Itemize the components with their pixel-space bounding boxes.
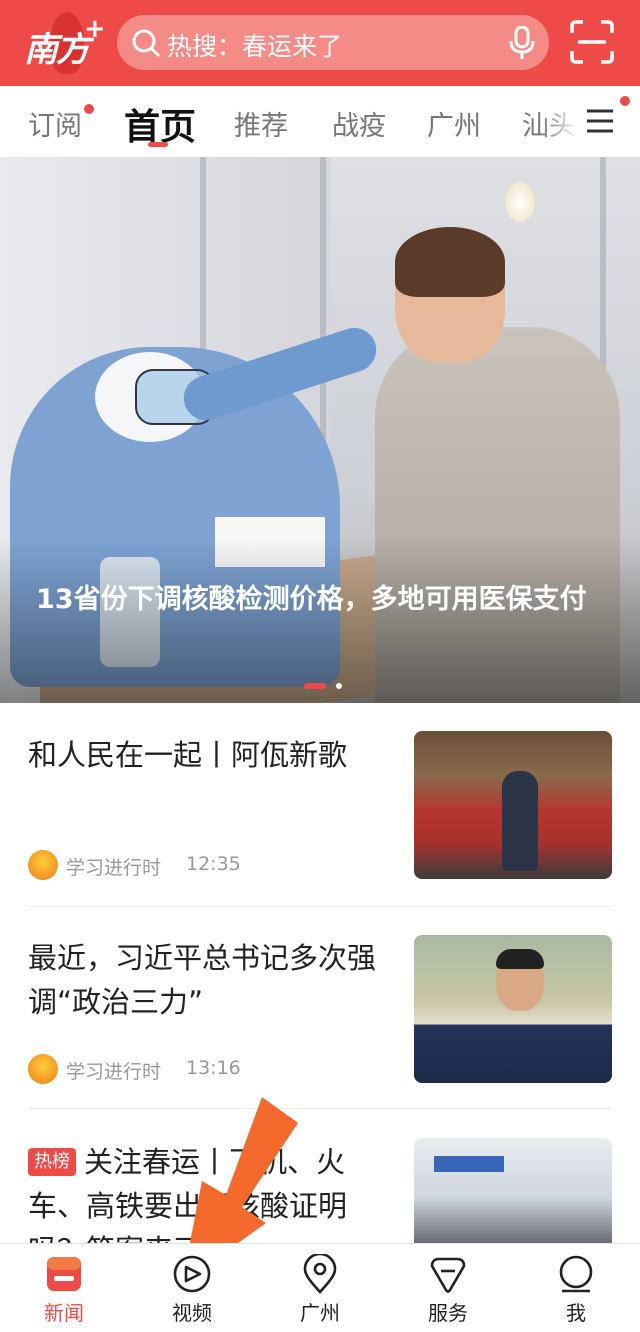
- news-title: 最近，习近平总书记多次强调“政治三力”: [28, 941, 377, 1019]
- nav-news-label: 新闻: [44, 1301, 84, 1325]
- thumbnail-sign: [434, 1156, 504, 1172]
- source-name: 学习进行时: [66, 1061, 162, 1083]
- profile-icon: [559, 1255, 593, 1293]
- list-item[interactable]: 和人民在一起丨阿佤新歌 学习进行时 12:35: [0, 703, 640, 908]
- news-title: 和人民在一起丨阿佤新歌: [28, 738, 348, 772]
- source-avatar: [28, 850, 58, 880]
- nav-service[interactable]: 服务: [384, 1244, 512, 1332]
- nav-video-label: 视频: [172, 1301, 212, 1325]
- location-icon: [303, 1254, 337, 1294]
- news-icon: [47, 1257, 81, 1291]
- channel-tabs: 订阅 首页 推荐 战疫 广州 汕头: [0, 86, 640, 156]
- thumbnail-figure: [502, 771, 538, 871]
- list-item[interactable]: 热榜关注春运丨飞机、火车、高铁要出示核酸证明吗？答案来了: [0, 1110, 640, 1243]
- search-bar[interactable]: 热搜：春运来了: [117, 15, 549, 70]
- search-icon: [132, 29, 160, 57]
- divider: [28, 906, 612, 907]
- source-name: 学习进行时: [66, 857, 162, 879]
- lamp-light: [505, 182, 535, 222]
- search-hot-text: 热搜：春运来了: [167, 32, 343, 61]
- carousel-dot-active: [304, 683, 326, 689]
- nav-video[interactable]: 视频: [128, 1244, 256, 1332]
- tab-fight-epidemic[interactable]: 战疫: [332, 104, 386, 143]
- hero-title: 13省份下调核酸检测价格，多地可用医保支付: [36, 584, 587, 615]
- mic-icon[interactable]: [509, 26, 535, 60]
- nav-news[interactable]: 新闻: [0, 1244, 128, 1332]
- app-logo[interactable]: 南方 +: [20, 12, 106, 74]
- tab-guangzhou[interactable]: 广州: [427, 104, 481, 143]
- divider: [28, 1108, 612, 1109]
- tabs-fade: [540, 86, 580, 156]
- nav-me[interactable]: 我: [512, 1244, 640, 1332]
- source-avatar: [28, 1054, 58, 1084]
- nav-service-label: 服务: [428, 1301, 468, 1325]
- publish-time: 13:16: [186, 1057, 241, 1079]
- scan-icon[interactable]: [570, 20, 614, 64]
- menu-icon[interactable]: [586, 108, 614, 134]
- menu-badge: [620, 96, 630, 106]
- bottom-nav: 新闻 视频 广州 服务 我: [0, 1243, 640, 1332]
- hot-list-badge: 热榜: [28, 1148, 76, 1176]
- logo-plus: +: [84, 14, 106, 44]
- woman-hair: [395, 227, 505, 297]
- news-thumbnail: [414, 731, 612, 879]
- thumbnail-hair: [496, 949, 544, 969]
- news-thumbnail: [414, 935, 612, 1083]
- hero-banner[interactable]: 13省份下调核酸检测价格，多地可用医保支付: [0, 157, 640, 703]
- nav-guangzhou-label: 广州: [300, 1301, 340, 1325]
- nav-guangzhou[interactable]: 广州: [256, 1244, 384, 1332]
- active-tab-indicator: [148, 142, 168, 147]
- logo-text: 南方: [24, 30, 90, 70]
- carousel-dot: [336, 683, 342, 689]
- news-thumbnail: [414, 1138, 612, 1243]
- top-bar: 南方 + 热搜：春运来了: [0, 0, 640, 86]
- tab-subscribe[interactable]: 订阅: [28, 104, 82, 143]
- list-item[interactable]: 最近，习近平总书记多次强调“政治三力” 学习进行时 13:16: [0, 908, 640, 1110]
- nav-me-label: 我: [566, 1301, 586, 1325]
- service-icon: [430, 1257, 466, 1293]
- publish-time: 12:35: [186, 853, 241, 875]
- tab-recommend[interactable]: 推荐: [234, 104, 288, 143]
- video-icon: [173, 1255, 211, 1293]
- tab-subscribe-badge: [84, 104, 94, 114]
